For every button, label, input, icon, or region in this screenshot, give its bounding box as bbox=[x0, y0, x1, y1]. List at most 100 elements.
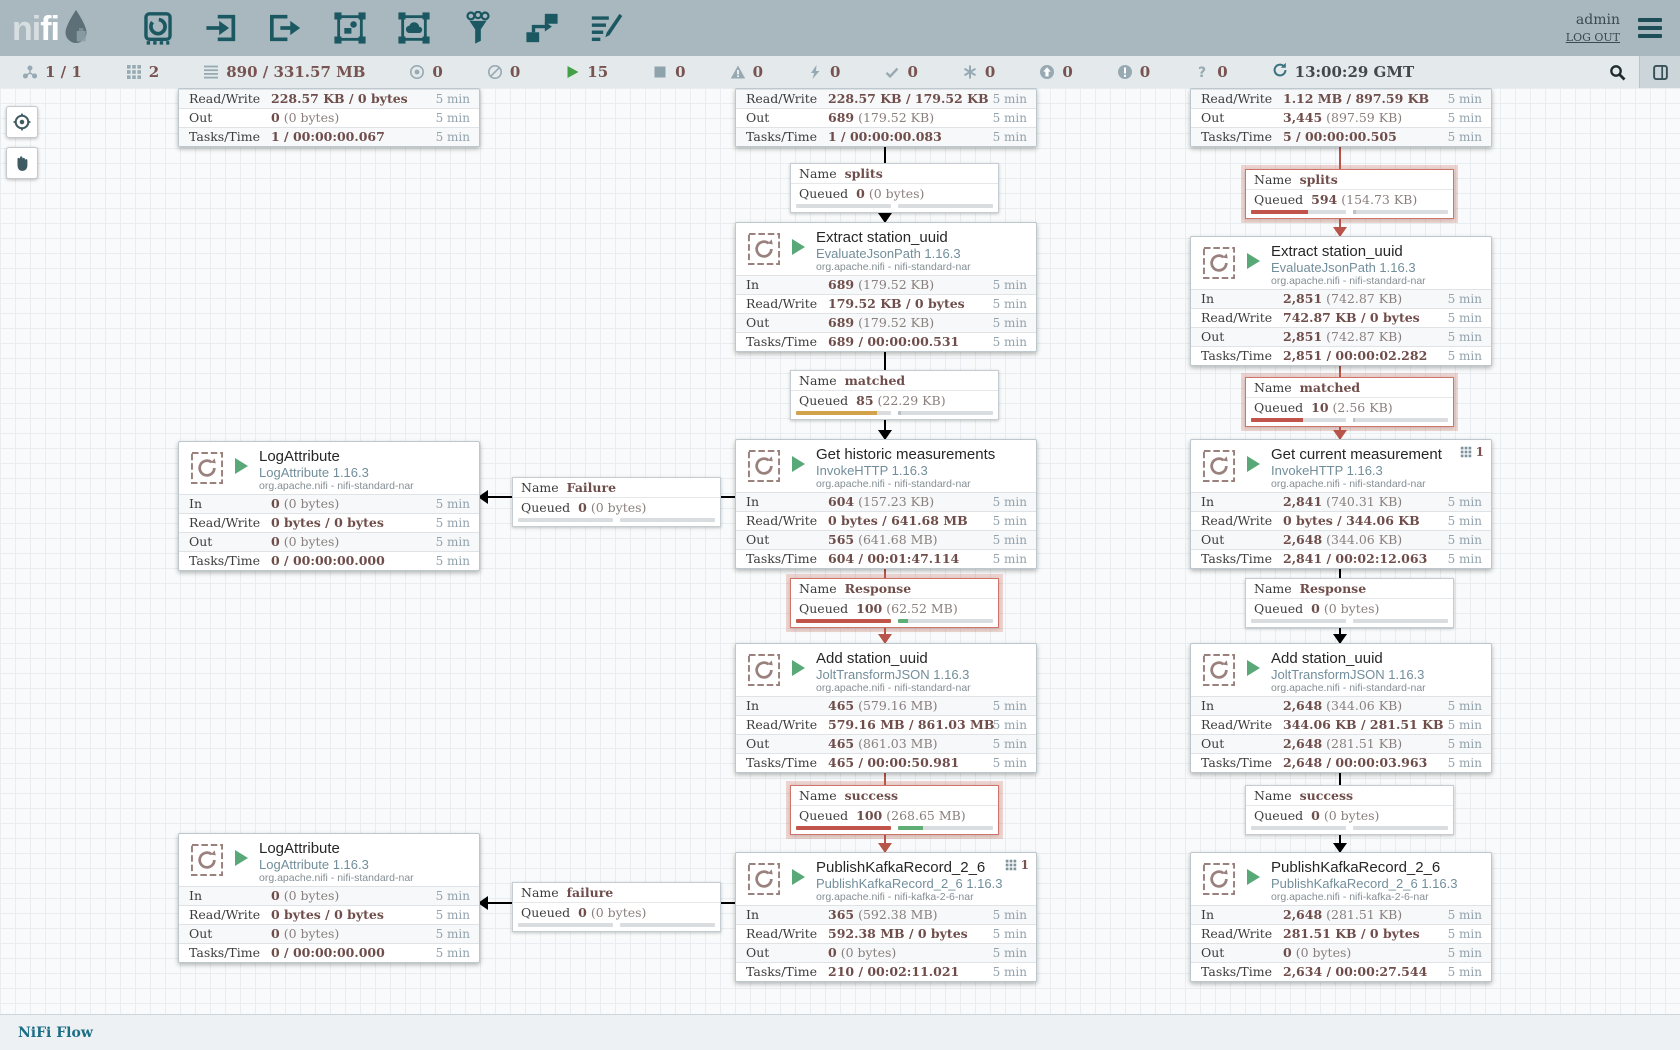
connection-label-response-mid[interactable]: NameResponseQueued100 (62.52 MB) bbox=[790, 578, 999, 628]
stat-window: 5 min bbox=[993, 493, 1027, 511]
running-status-icon bbox=[792, 239, 805, 255]
processor-get-current-measurement[interactable]: Get current measurementInvokeHTTP 1.16.3… bbox=[1190, 439, 1492, 569]
stat-window: 5 min bbox=[993, 550, 1027, 568]
flow-canvas[interactable]: Read/Write228.57 KB / 0 bytes5 minOut0 (… bbox=[0, 88, 1680, 1014]
stat-window: 5 min bbox=[436, 925, 470, 943]
stat-row-in: In0 (0 bytes)5 min bbox=[179, 886, 479, 905]
global-menu-icon[interactable] bbox=[1634, 14, 1666, 42]
operate-palette-button[interactable] bbox=[6, 147, 38, 179]
status-items: 1 / 12890 / 331.57 MB00150000000?0 bbox=[0, 63, 1228, 81]
stat-row-read-write: Read/Write0 bytes / 0 bytes5 min bbox=[179, 513, 479, 532]
stat-window: 5 min bbox=[993, 716, 1027, 734]
stat-window: 5 min bbox=[993, 90, 1027, 108]
output-port-icon[interactable] bbox=[267, 8, 305, 48]
search-icon[interactable] bbox=[1595, 56, 1639, 88]
processor-generator-right[interactable]: Read/Write1.12 MB / 897.59 KB5 minOut3,4… bbox=[1190, 88, 1492, 147]
stopped-icon bbox=[652, 64, 668, 80]
label-icon[interactable] bbox=[587, 8, 625, 48]
connection-label-response-right[interactable]: NameResponseQueued0 (0 bytes) bbox=[1245, 578, 1454, 628]
remote-process-group-icon[interactable] bbox=[395, 8, 433, 48]
processor-log-attribute-bottom[interactable]: LogAttributeLogAttribute 1.16.3org.apach… bbox=[178, 833, 480, 963]
connection-queued-row: Queued100 (62.52 MB) bbox=[791, 598, 998, 618]
stat-window: 5 min bbox=[993, 314, 1027, 332]
stat-window: 5 min bbox=[436, 533, 470, 551]
funnel-icon[interactable] bbox=[459, 8, 497, 48]
stat-window: 5 min bbox=[1448, 531, 1482, 549]
processor-bundle: org.apache.nifi - nifi-standard-nar bbox=[1271, 275, 1426, 287]
status-item-disabled: 0 bbox=[807, 63, 840, 81]
stat-window: 5 min bbox=[1448, 697, 1482, 715]
processor-header: Add station_uuidJoltTransformJSON 1.16.3… bbox=[1191, 644, 1491, 696]
status-item-cluster: 1 / 1 bbox=[22, 63, 82, 81]
connection-label-failure-lower[interactable]: NamefailureQueued0 (0 bytes) bbox=[512, 882, 721, 932]
processor-extract-station-uuid-right[interactable]: Extract station_uuidEvaluateJsonPath 1.1… bbox=[1190, 236, 1492, 366]
stat-row-in: In0 (0 bytes)5 min bbox=[179, 494, 479, 513]
stat-row-read-write: Read/Write0 bytes / 641.68 MB5 min bbox=[736, 511, 1036, 530]
status-value: 15 bbox=[587, 63, 608, 81]
processor-title: Get historic measurements bbox=[816, 446, 995, 463]
connection-label-failure-upper[interactable]: NameFailureQueued0 (0 bytes) bbox=[512, 477, 721, 527]
processor-title: Add station_uuid bbox=[1271, 650, 1383, 667]
processor-stamp-icon bbox=[190, 451, 224, 490]
connection-label-matched-mid[interactable]: NamematchedQueued85 (22.29 KB) bbox=[790, 370, 999, 420]
processor-log-attribute-top[interactable]: LogAttributeLogAttribute 1.16.3org.apach… bbox=[178, 441, 480, 571]
processor-title: Add station_uuid bbox=[816, 650, 928, 667]
stat-window: 5 min bbox=[1448, 309, 1482, 327]
stat-window: 5 min bbox=[993, 512, 1027, 530]
queued-icon bbox=[203, 64, 219, 80]
stat-window: 5 min bbox=[993, 109, 1027, 127]
processor-get-historic-measurements[interactable]: Get historic measurementsInvokeHTTP 1.16… bbox=[735, 439, 1037, 569]
processor-bundle: org.apache.nifi - nifi-standard-nar bbox=[816, 478, 971, 490]
stat-row-read-write: Read/Write1.12 MB / 897.59 KB5 min bbox=[1191, 89, 1491, 108]
processor-publish-kafka-mid[interactable]: PublishKafkaRecord_2_6PublishKafkaRecord… bbox=[735, 852, 1037, 982]
input-port-icon[interactable] bbox=[203, 8, 241, 48]
stat-row-out: Out565 (641.68 MB)5 min bbox=[736, 530, 1036, 549]
processor-stats: In604 (157.23 KB)5 minRead/Write0 bytes … bbox=[736, 492, 1036, 568]
process-group-icon[interactable] bbox=[331, 8, 369, 48]
stat-row-out: Out0 (0 bytes)5 min bbox=[736, 943, 1036, 962]
processor-generator-mid[interactable]: Read/Write228.57 KB / 179.52 KB5 minOut6… bbox=[735, 88, 1037, 147]
connection-name-row: Namefailure bbox=[513, 883, 720, 902]
processor-stats: In689 (179.52 KB)5 minRead/Write179.52 K… bbox=[736, 275, 1036, 351]
stat-window: 5 min bbox=[1448, 512, 1482, 530]
user-block: admin LOG OUT bbox=[1566, 12, 1620, 44]
stat-window: 5 min bbox=[993, 963, 1027, 981]
processor-bundle: org.apache.nifi - nifi-standard-nar bbox=[816, 261, 971, 273]
connection-queued-row: Queued0 (0 bytes) bbox=[513, 497, 720, 517]
stat-row-tasks-time: Tasks/Time1 / 00:00:00.0675 min bbox=[179, 127, 479, 146]
running-status-icon bbox=[235, 458, 248, 474]
processor-header: PublishKafkaRecord_2_6PublishKafkaRecord… bbox=[1191, 853, 1491, 905]
processor-publish-kafka-right[interactable]: PublishKafkaRecord_2_6PublishKafkaRecord… bbox=[1190, 852, 1492, 982]
stat-row-in: In365 (592.38 MB)5 min bbox=[736, 905, 1036, 924]
breadcrumb-root[interactable]: NiFi Flow bbox=[18, 1025, 93, 1041]
connection-label-success-right[interactable]: NamesuccessQueued0 (0 bytes) bbox=[1245, 785, 1454, 835]
processor-stats: In0 (0 bytes)5 minRead/Write0 bytes / 0 … bbox=[179, 494, 479, 570]
processor-generator-left[interactable]: Read/Write228.57 KB / 0 bytes5 minOut0 (… bbox=[178, 88, 480, 147]
status-item-locally-modified-stale: 0 bbox=[1117, 63, 1150, 81]
stat-row-read-write: Read/Write179.52 KB / 0 bytes5 min bbox=[736, 294, 1036, 313]
connection-label-splits-right[interactable]: NamesplitsQueued594 (154.73 KB) bbox=[1245, 169, 1454, 219]
refresh-icon[interactable] bbox=[1272, 62, 1288, 82]
stat-window: 5 min bbox=[1448, 963, 1482, 981]
processor-bundle: org.apache.nifi - nifi-standard-nar bbox=[259, 480, 414, 492]
processor-header: PublishKafkaRecord_2_6PublishKafkaRecord… bbox=[736, 853, 1036, 905]
connection-name-row: Namematched bbox=[791, 371, 998, 390]
processor-add-station-uuid-mid[interactable]: Add station_uuidJoltTransformJSON 1.16.3… bbox=[735, 643, 1037, 773]
logout-link[interactable]: LOG OUT bbox=[1566, 31, 1620, 44]
connection-label-splits-mid[interactable]: NamesplitsQueued0 (0 bytes) bbox=[790, 163, 999, 213]
connection-label-matched-right[interactable]: NamematchedQueued10 (2.56 KB) bbox=[1245, 377, 1454, 427]
processor-add-station-uuid-right[interactable]: Add station_uuidJoltTransformJSON 1.16.3… bbox=[1190, 643, 1492, 773]
stat-window: 5 min bbox=[993, 925, 1027, 943]
stat-window: 5 min bbox=[1448, 128, 1482, 146]
backpressure-bars bbox=[791, 203, 998, 212]
status-value: 0 bbox=[1062, 63, 1072, 81]
settings-panel-icon[interactable] bbox=[1639, 56, 1680, 88]
processor-extract-station-uuid-mid[interactable]: Extract station_uuidEvaluateJsonPath 1.1… bbox=[735, 222, 1037, 352]
stat-row-in: In2,648 (281.51 KB)5 min bbox=[1191, 905, 1491, 924]
connection-label-success-mid[interactable]: NamesuccessQueued100 (268.65 MB) bbox=[790, 785, 999, 835]
processor-icon[interactable] bbox=[139, 8, 177, 48]
processor-type: EvaluateJsonPath 1.16.3 bbox=[1271, 260, 1416, 275]
navigate-palette-button[interactable] bbox=[6, 106, 38, 138]
template-icon[interactable] bbox=[523, 8, 561, 48]
stat-row-read-write: Read/Write742.87 KB / 0 bytes5 min bbox=[1191, 308, 1491, 327]
